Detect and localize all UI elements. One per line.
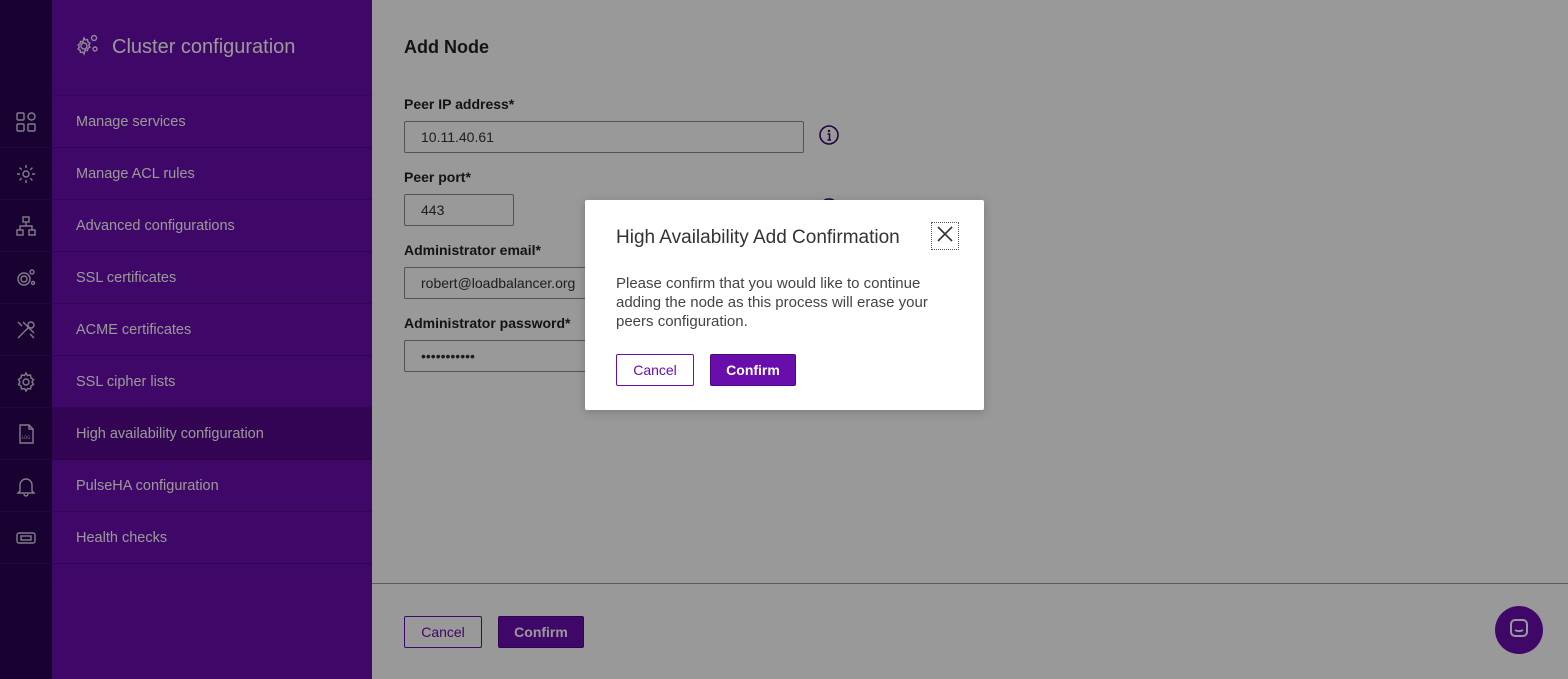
- dialog-message-line: peers configuration.: [616, 313, 748, 330]
- dialog-message-line: adding the node as this process will era…: [616, 294, 928, 311]
- confirmation-dialog: High Availability Add Confirmation Pleas…: [585, 200, 984, 410]
- close-button[interactable]: [931, 222, 959, 250]
- dialog-message-line: Please confirm that you would like to co…: [616, 275, 921, 292]
- dialog-cancel-button[interactable]: Cancel: [616, 354, 694, 386]
- dialog-title: High Availability Add Confirmation: [616, 227, 900, 248]
- dialog-message: Please confirm that you would like to co…: [616, 274, 961, 331]
- dialog-confirm-button[interactable]: Confirm: [710, 354, 796, 386]
- close-icon: [935, 224, 955, 249]
